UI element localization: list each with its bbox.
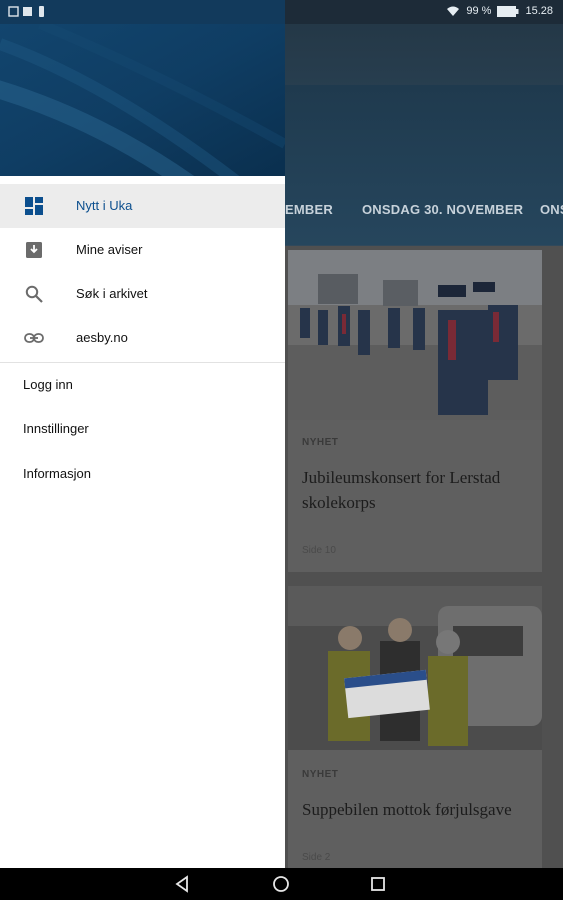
back-button[interactable]	[172, 874, 192, 894]
recents-button[interactable]	[368, 874, 388, 894]
dashboard-icon	[25, 197, 43, 215]
article-image-band	[288, 250, 542, 420]
drawer-item-nytt-i-uka[interactable]: Nytt i Uka	[0, 184, 285, 228]
drawer-item-label: aesby.no	[76, 330, 128, 345]
article-card[interactable]: NYHET Jubileumskonsert for Lerstad skole…	[288, 250, 542, 572]
tab-previous-date[interactable]: EMBER	[285, 202, 333, 217]
notification-icons	[8, 5, 48, 19]
drawer-item-label: Nytt i Uka	[76, 198, 133, 213]
system-navigation-bar	[0, 868, 563, 900]
gallery-icon	[23, 7, 32, 16]
drawer-item-informasjon[interactable]: Informasjon	[23, 466, 91, 481]
home-button[interactable]	[271, 874, 291, 894]
battery-saver-icon	[39, 6, 44, 17]
drawer-item-innstillinger[interactable]: Innstillinger	[23, 421, 89, 436]
article-card[interactable]: NYHET Suppebilen mottok førjulsgave Side…	[288, 586, 542, 868]
article-image-band	[288, 586, 542, 750]
drawer-item-logg-inn[interactable]: Logg inn	[23, 377, 73, 392]
article-page: Side 10	[302, 545, 336, 556]
navigation-drawer: Nytt i Uka Mine aviser Søk i arkivet aes…	[0, 24, 285, 868]
date-tabs: EMBER ONSDAG 30. NOVEMBER ONS	[285, 190, 563, 226]
article-kicker: NYHET	[302, 437, 339, 448]
drawer-divider	[0, 362, 285, 363]
status-right: 99 % 15.28	[446, 5, 553, 17]
drawer-item-label: Søk i arkivet	[76, 286, 148, 301]
tab-onsdag-30-november[interactable]: ONSDAG 30. NOVEMBER	[362, 202, 523, 217]
drawer-item-mine-aviser[interactable]: Mine aviser	[0, 228, 285, 272]
tab-next-date[interactable]: ONS	[540, 202, 563, 217]
article-page: Side 2	[302, 852, 331, 863]
search-icon	[25, 285, 43, 303]
drawer-item-sok-i-arkivet[interactable]: Søk i arkivet	[0, 272, 285, 316]
archive-box-icon	[26, 242, 42, 258]
clock: 15.28	[525, 5, 553, 17]
drawer-item-aesby-no[interactable]: aesby.no	[0, 316, 285, 360]
wifi-icon	[447, 6, 460, 16]
mail-icon	[8, 6, 19, 17]
drawer-header	[0, 24, 285, 176]
article-title: Jubileumskonsert for Lerstad skolekorps	[302, 468, 501, 512]
drawer-item-label: Mine aviser	[76, 242, 143, 257]
article-title: Suppebilen mottok førjulsgave	[302, 800, 512, 819]
battery-level: 99 %	[466, 5, 492, 17]
article-kicker: NYHET	[302, 769, 339, 780]
link-icon	[24, 333, 44, 343]
battery-icon	[497, 5, 519, 17]
